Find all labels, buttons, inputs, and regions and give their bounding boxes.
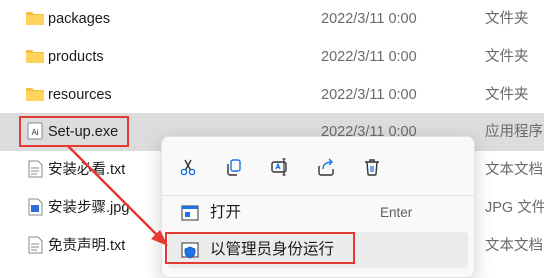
annotation-arrow [67,145,168,246]
